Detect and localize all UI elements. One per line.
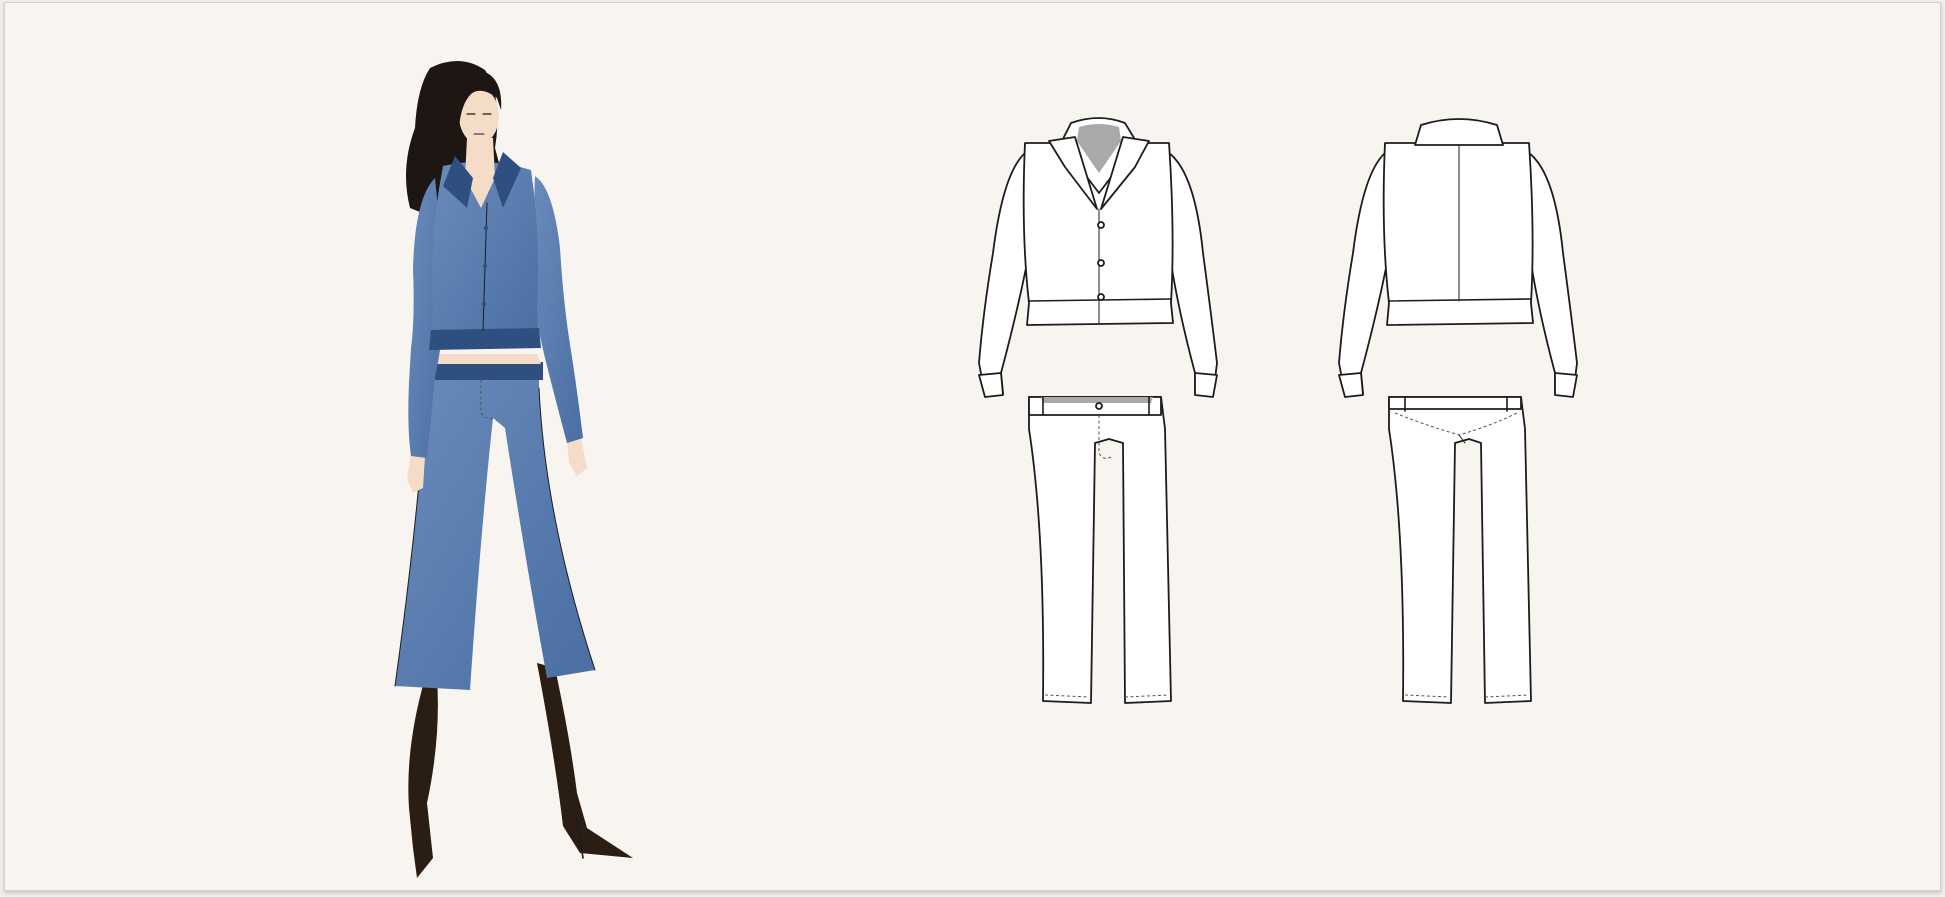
artboard	[4, 2, 1941, 891]
jacket-button	[1097, 293, 1105, 301]
fashion-illustration	[355, 58, 715, 888]
cuff-left	[978, 372, 1004, 398]
pants	[1388, 396, 1532, 704]
jacket-sleeve-right	[1168, 152, 1218, 396]
jacket-collar	[1414, 118, 1504, 146]
flat-sketch-back	[1325, 113, 1595, 713]
jacket-sleeve-left	[1338, 152, 1388, 396]
midriff	[427, 354, 541, 364]
cuff-left	[1338, 372, 1364, 398]
jacket-button	[481, 301, 487, 307]
jacket-hem	[429, 328, 541, 350]
jacket-button	[483, 225, 489, 231]
left-leg	[408, 678, 438, 878]
pants-waistband	[1388, 396, 1522, 410]
cuff-right	[1194, 372, 1218, 398]
pants	[1028, 396, 1172, 704]
jacket-button	[1097, 259, 1105, 267]
jacket-button	[1097, 221, 1105, 229]
right-leg	[537, 663, 633, 858]
right-hand	[567, 438, 587, 476]
pants-button	[1095, 402, 1103, 410]
jacket-sleeve-right	[1528, 152, 1578, 396]
flat-sketch-front-svg	[978, 117, 1218, 704]
jacket-button	[482, 263, 488, 269]
fashion-illustration-svg	[394, 60, 633, 878]
pants-waistband	[425, 362, 543, 380]
jacket-sleeve-left	[978, 152, 1028, 396]
flat-sketch-front	[965, 113, 1235, 713]
flat-sketch-back-svg	[1338, 118, 1578, 704]
jacket-body	[1382, 142, 1534, 326]
cuff-right	[1554, 372, 1578, 398]
left-hand	[407, 453, 425, 493]
pants-waistband-inner	[1041, 397, 1153, 403]
